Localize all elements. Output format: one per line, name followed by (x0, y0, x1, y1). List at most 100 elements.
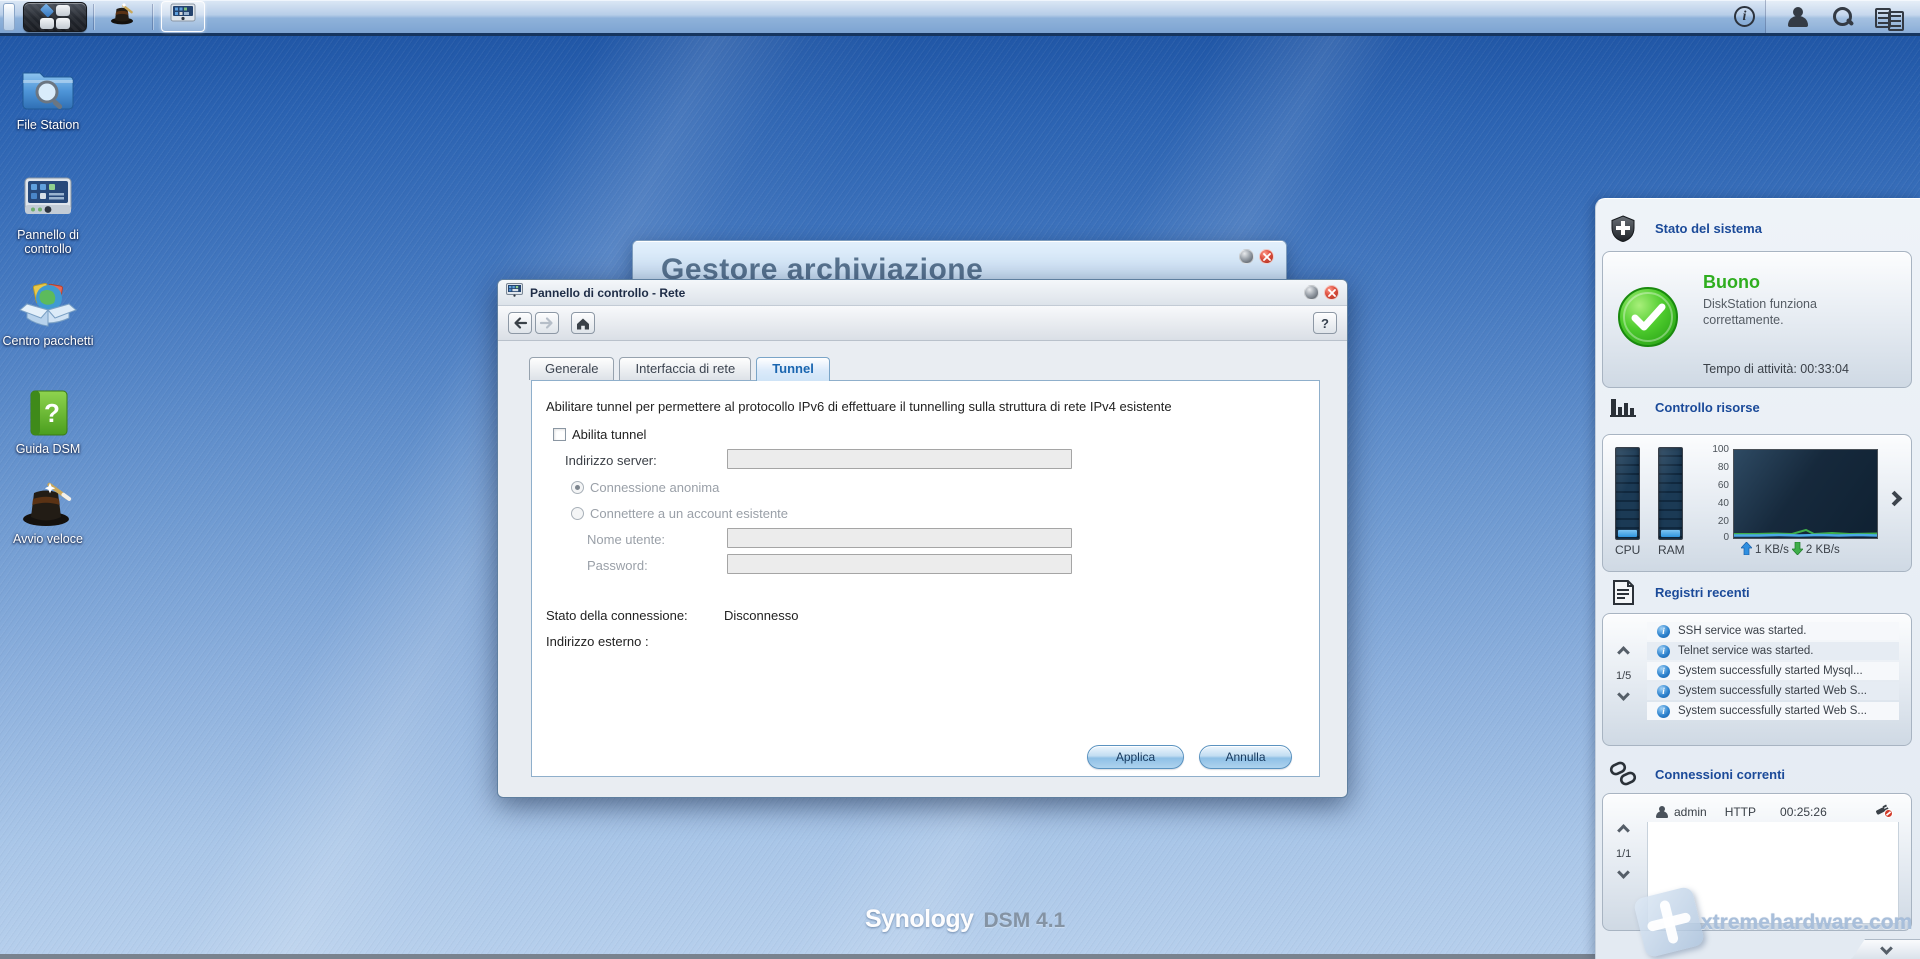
file-station-icon (0, 64, 96, 114)
dialog-app-icon (506, 283, 523, 302)
log-row: i Telnet service was started. (1647, 642, 1899, 660)
minimize-button[interactable] (1239, 249, 1254, 264)
user-icon[interactable] (1787, 7, 1809, 27)
dsm-branding: Synology DSM 4.1 (865, 905, 1065, 934)
connections-page-down-chevron[interactable] (1617, 866, 1630, 879)
desktop-icon-label: Pannello di controllo (0, 228, 96, 257)
anonymous-connection-row: Connessione anonima (565, 480, 719, 495)
username-input[interactable] (727, 528, 1072, 548)
kill-connection-icon[interactable] (1875, 803, 1893, 821)
logs-page-down-chevron[interactable] (1617, 688, 1630, 701)
dialog-toolbar: ? (498, 306, 1347, 341)
upload-arrow-icon (1741, 542, 1752, 558)
show-desktop-button[interactable] (3, 3, 15, 31)
recent-logs-title: Registri recenti (1655, 585, 1750, 600)
bar-chart-icon (1609, 395, 1637, 419)
close-icon[interactable] (1324, 285, 1339, 300)
minimize-button[interactable] (1304, 285, 1319, 300)
taskbar-status-panel (1765, 0, 1920, 33)
server-address-label: Indirizzo server: (565, 453, 657, 468)
dialog-titlebar[interactable]: Pannello di controllo - Rete (498, 280, 1347, 306)
connections-page-up-chevron[interactable] (1617, 824, 1630, 837)
shield-icon (1609, 215, 1637, 242)
log-document-icon (1609, 579, 1637, 606)
log-row: i System successfully started Mysql... (1647, 662, 1899, 680)
control-panel-icon (169, 3, 197, 30)
resource-monitor-header: Controllo risorse (1596, 395, 1920, 419)
connections-page-indicator: 1/1 (1616, 848, 1631, 860)
desktop-icon-dsm-help[interactable]: ? Guida DSM (0, 388, 96, 456)
taskbar-quick-launch-button[interactable] (102, 1, 144, 32)
search-icon[interactable] (1831, 6, 1853, 28)
taskbar-control-panel-button[interactable] (161, 1, 205, 32)
system-status-title: Stato del sistema (1655, 221, 1762, 236)
log-row: i SSH service was started. (1647, 622, 1899, 640)
existing-account-radio[interactable] (571, 507, 584, 520)
sidebar-collapse-tab[interactable] (1851, 939, 1920, 959)
desktop-icon-file-station[interactable]: File Station (0, 64, 96, 132)
log-row: i System successfully started Web S... (1647, 702, 1899, 720)
connection-row: admin HTTP 00:25:26 (1647, 802, 1899, 822)
password-input[interactable] (727, 554, 1072, 574)
info-icon: i (1657, 705, 1670, 718)
download-arrow-icon (1792, 542, 1803, 558)
tab-interfaccia-di-rete[interactable]: Interfaccia di rete (619, 357, 751, 380)
apply-button[interactable]: Applica (1087, 745, 1184, 769)
desktop-icon-label: File Station (0, 118, 96, 132)
forward-button[interactable] (535, 312, 559, 334)
help-book-icon: ? (0, 388, 96, 438)
info-icon: i (1657, 685, 1670, 698)
pilot-view-icon[interactable] (1875, 8, 1899, 26)
connection-status-label: Stato della connessione: (546, 608, 688, 623)
info-icon[interactable]: i (1734, 6, 1755, 27)
help-button[interactable]: ? (1313, 312, 1337, 334)
control-panel-device-icon (0, 174, 96, 224)
connection-status-value: Disconnesso (724, 608, 798, 623)
download-value: 2 KB/s (1806, 544, 1840, 556)
menu-diamond-icon (40, 3, 54, 17)
enable-tunnel-label: Abilita tunnel (572, 427, 646, 442)
close-icon[interactable] (1259, 249, 1274, 264)
logs-page-up-chevron[interactable] (1617, 646, 1630, 659)
upload-value: 1 KB/s (1755, 544, 1789, 556)
dsm-version: DSM 4.1 (984, 909, 1066, 933)
desktop-icon-label: Centro pacchetti (0, 334, 96, 348)
system-status-header: Stato del sistema (1596, 215, 1920, 242)
tab-generale[interactable]: Generale (529, 357, 614, 380)
open-resource-monitor-chevron[interactable] (1887, 491, 1903, 507)
widget-sidebar: Stato del sistema Buono DiskStation funz… (1595, 198, 1920, 959)
desktop-icon-package-center[interactable]: Centro pacchetti (0, 278, 96, 348)
existing-account-row: Connettere a un account esistente (565, 506, 788, 521)
user-icon (1655, 806, 1669, 819)
connection-user: admin (1674, 805, 1707, 819)
svg-text:?: ? (44, 398, 60, 428)
cancel-button[interactable]: Annulla (1199, 745, 1292, 769)
taskbar: i (0, 0, 1920, 36)
watermark-text: xtremehardware.com (1701, 911, 1912, 935)
enable-tunnel-checkbox[interactable] (553, 428, 566, 441)
back-button[interactable] (508, 312, 532, 334)
tab-tunnel[interactable]: Tunnel (756, 357, 830, 381)
home-button[interactable] (571, 312, 595, 334)
system-status-box: Buono DiskStation funziona correttamente… (1602, 251, 1912, 388)
dialog-tabs: Generale Interfaccia di rete Tunnel (529, 357, 830, 381)
magic-hat-icon (0, 478, 96, 528)
chain-link-icon (1609, 761, 1637, 787)
dialog-title: Pannello di controllo - Rete (530, 286, 685, 300)
server-address-input[interactable] (727, 449, 1072, 469)
resource-monitor-title: Controllo risorse (1655, 400, 1760, 415)
info-icon: i (1657, 625, 1670, 638)
desktop-icon-control-panel[interactable]: Pannello di controllo (0, 174, 96, 257)
main-menu-button[interactable] (23, 2, 87, 32)
status-message: DiskStation funziona correttamente. (1703, 297, 1883, 328)
recent-logs-header: Registri recenti (1596, 579, 1920, 606)
info-icon: i (1657, 665, 1670, 678)
desktop-icon-quick-start[interactable]: Avvio veloce (0, 478, 96, 546)
existing-account-label: Connettere a un account esistente (590, 506, 788, 521)
anonymous-connection-radio[interactable] (571, 481, 584, 494)
cpu-label: CPU (1615, 543, 1640, 557)
control-panel-network-dialog: Pannello di controllo - Rete ? Generale … (497, 279, 1348, 798)
desktop-icon-label: Avvio veloce (0, 532, 96, 546)
magic-hat-icon (109, 2, 137, 31)
tunnel-tab-panel: Abilitare tunnel per permettere al proto… (531, 380, 1320, 777)
